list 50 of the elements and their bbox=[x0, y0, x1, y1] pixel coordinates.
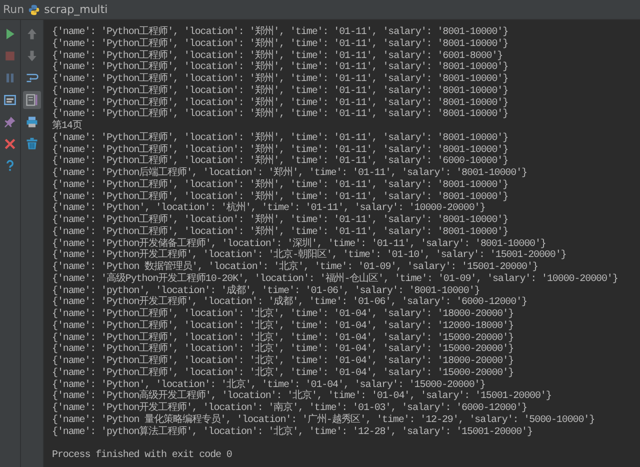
output-line: {'name': 'Python工程师', 'location': '郑州', 'time': '01-11', 'salary': '8001-10000'} bbox=[52, 86, 508, 97]
python-icon bbox=[28, 4, 40, 16]
output-line: {'name': 'Python开发储备工程师', 'location': '深圳', 'time': '01-11', 'salary': '8001-10000'} bbox=[52, 238, 546, 250]
down-arrow-icon bbox=[25, 49, 39, 63]
output-line: {'name': 'Python工程师', 'location': '郑州', 'time': '01-11', 'salary': '8001-10000'} bbox=[52, 62, 508, 74]
output-line: {'name': 'Python工程师', 'location': '郑州', 'time': '01-11', 'salary': '8001-10000'} bbox=[52, 38, 508, 50]
output-line: {'name': 'python算法工程师', 'location': '北京', 'time': '12-28', 'salary': '15001-20000'} bbox=[52, 426, 532, 438]
output-line: {'name': 'Python工程师', 'location': '郑州', 'time': '01-11', 'salary': '6001-8000'} bbox=[52, 50, 503, 62]
output-line: {'name': 'Python', 'location': '北京', 'time': '01-04', 'salary': '15000-20000'} bbox=[52, 380, 486, 390]
output-line: {'name': 'Python工程师', 'location': '北京', 'time': '01-04', 'salary': '15000-20000'} bbox=[52, 332, 514, 344]
output-line: {'name': 'Python工程师', 'location': '郑州', 'time': '01-11', 'salary': '6000-10000'} bbox=[52, 156, 508, 168]
close-icon bbox=[3, 137, 17, 151]
output-line: {'name': 'Python 数据管理员', 'location': '北京', 'time': '01-09', 'salary': '15001-20000'} bbox=[52, 262, 538, 273]
output-line: {'name': 'Python工程师', 'location': '郑州', 'time': '01-11', 'salary': '8001-10000'} bbox=[52, 192, 508, 202]
output-line: {'name': 'Python开发工程师', 'location': '北京-朝阳区', 'time': '01-10', 'salary': '15001-20000'} bbox=[52, 250, 566, 262]
scroll-end-icon bbox=[25, 93, 39, 107]
panel-title: Run bbox=[3, 3, 24, 16]
output-line: {'name': 'Python工程师', 'location': '郑州', 'time': '01-11', 'salary': '8001-10000'} bbox=[52, 215, 508, 226]
output-line: {'name': 'Python工程师', 'location': '郑州', 'time': '01-11', 'salary': '8001-10000'} bbox=[52, 144, 508, 156]
output-line: {'name': 'Python工程师', 'location': '北京', 'time': '01-04', 'salary': '15000-20000'} bbox=[52, 368, 514, 379]
output-line: {'name': 'Python', 'location': '杭州', 'time': '01-11', 'salary': '10000-20000'} bbox=[52, 203, 486, 214]
output-line: {'name': 'Python开发工程师', 'location': '成都', 'time': '01-06', 'salary': '6000-12000'} bbox=[52, 297, 527, 308]
output-line: {'name': 'Python工程师', 'location': '北京', 'time': '01-04', 'salary': '12000-18000'} bbox=[52, 320, 514, 332]
output-line: {'name': 'Python工程师', 'location': '北京', 'time': '01-04', 'salary': '18000-20000'} bbox=[52, 356, 514, 367]
output-line: {'name': 'Python工程师', 'location': '郑州', 'time': '01-11', 'salary': '8001-10000'} bbox=[52, 74, 508, 85]
wrap-icon bbox=[25, 71, 39, 85]
pin-icon bbox=[3, 115, 17, 129]
output-line: {'name': 'Python工程师', 'location': '郑州', 'time': '01-11', 'salary': '8001-10000'} bbox=[52, 226, 508, 238]
output-line: {'name': 'Python后端工程师', 'location': '郑州', 'time': '01-11', 'salary': '8001-10000'} bbox=[52, 168, 527, 179]
up-arrow-icon bbox=[25, 27, 39, 41]
output-line: {'name': 'Python工程师', 'location': '北京', 'time': '01-04', 'salary': '18000-20000'} bbox=[52, 309, 514, 320]
output-line: {'name': 'Python工程师', 'location': '郑州', 'time': '01-11', 'salary': '8001-10000'} bbox=[52, 109, 508, 120]
output-line: 第14页 bbox=[52, 121, 82, 132]
output-line: {'name': 'Python 量化策略编程专员', 'location': '广州-越秀区', 'time': '12-29', 'salary': '5000-10000'} bbox=[52, 414, 595, 426]
output-line: {'name': 'Python工程师', 'location': '北京', 'time': '01-04', 'salary': '15000-20000'} bbox=[52, 344, 514, 356]
exit-message: Process finished with exit code 0 bbox=[52, 450, 232, 462]
output-line: {'name': 'Python工程师', 'location': '郑州', 'time': '01-11', 'salary': '8001-10000'} bbox=[52, 180, 508, 191]
output-line: {'name': 'Python工程师', 'location': '郑州', 'time': '01-11', 'salary': '8001-10000'} bbox=[52, 98, 508, 108]
run-config-name: scrap_multi bbox=[44, 3, 108, 16]
layout-icon bbox=[3, 93, 17, 107]
stop-icon bbox=[3, 49, 17, 63]
output-line: {'name': '高级Python开发工程师10-20K', 'location': '福州-仓山区', 'time': '01-09', 'salary': '10000-20000'} bbox=[52, 274, 618, 285]
output-line: {'name': 'Python工程师', 'location': '郑州', 'time': '01-11', 'salary': '8001-10000'} bbox=[52, 27, 508, 38]
output-line: {'name': 'Python高级开发工程师', 'location': '北京', 'time': '01-04', 'salary': '15001-20000'} bbox=[52, 391, 552, 402]
output-line: {'name': 'Python开发工程师', 'location': '南京', 'time': '01-03', 'salary': '6000-12000'} bbox=[52, 403, 527, 414]
output-line: {'name': 'python', 'location': '成都', 'time': '01-06', 'salary': '8001-10000'} bbox=[52, 286, 480, 296]
trash-icon bbox=[25, 137, 39, 151]
scroll-end-button[interactable] bbox=[23, 91, 41, 109]
printer-icon bbox=[25, 115, 39, 129]
output-line: {'name': 'Python工程师', 'location': '郑州', 'time': '01-11', 'salary': '8001-10000'} bbox=[52, 132, 508, 144]
